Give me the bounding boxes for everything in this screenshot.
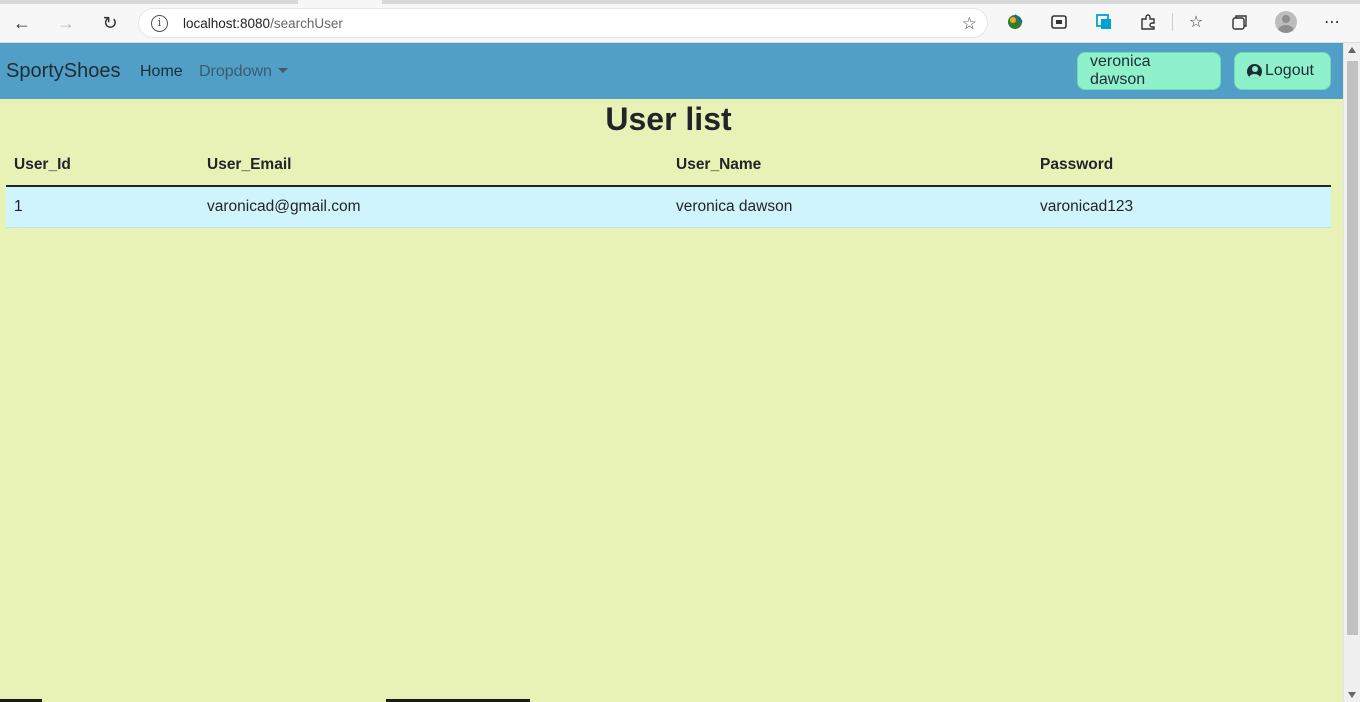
back-arrow-icon[interactable]: ← [9,10,35,36]
cell-user-id: 1 [6,186,199,228]
navbar: SportyShoes Home Dropdown veronica dawso… [0,43,1343,99]
page-viewport: SportyShoes Home Dropdown veronica dawso… [0,43,1343,702]
caret-down-icon [277,68,288,73]
dropdown-label: Dropdown [199,63,272,80]
collections-icon[interactable] [1229,11,1251,33]
cell-user-name: veronica dawson [668,186,1032,228]
extensions-icon[interactable] [1137,11,1159,33]
user-table: User_Id User_Email User_Name Password 1 … [6,144,1331,228]
add-favorite-icon[interactable]: ☆ [962,14,977,34]
refresh-icon[interactable]: ↻ [97,10,123,36]
vertical-scrollbar[interactable] [1343,43,1360,702]
column-header-user-email: User_Email [199,144,668,187]
address-bar[interactable]: i localhost:8080/searchUser ☆ [138,8,988,38]
url-text[interactable]: localhost:8080/searchUser [183,16,343,31]
user-name-label: veronica dawson [1090,53,1151,88]
cell-user-email: varonicad@gmail.com [199,186,668,228]
scrollbar-thumb[interactable] [1347,61,1358,635]
profile-avatar[interactable] [1275,11,1297,33]
page-title: User list [605,101,732,137]
scroll-up-icon[interactable] [1348,47,1356,53]
more-menu-icon[interactable]: ⋯ [1321,11,1343,33]
nav-link-dropdown[interactable]: Dropdown [199,63,288,81]
scroll-down-icon[interactable] [1348,692,1356,698]
forward-arrow-icon[interactable]: → [53,10,79,36]
column-header-user-id: User_Id [6,144,199,187]
table-row: 1 varonicad@gmail.com veronica dawson va… [6,186,1331,228]
user-circle-icon [1247,63,1262,79]
site-info-icon[interactable]: i [151,15,168,32]
url-path: /searchUser [270,16,343,31]
user-name-button[interactable]: veronica dawson [1077,52,1221,90]
browser-toolbar: ← → ↻ i localhost:8080/searchUser ☆ ☆ ⋯ [0,0,1360,43]
extension-globe-icon[interactable] [1004,11,1026,33]
tab-strip [0,0,1360,4]
extension-screen-icon[interactable] [1093,11,1115,33]
brand-link[interactable]: SportyShoes [6,60,121,83]
table-header-row: User_Id User_Email User_Name Password [6,144,1331,187]
favorites-icon[interactable]: ☆ [1185,11,1207,33]
nav-link-home[interactable]: Home [140,63,183,81]
extension-puzzle-box-icon[interactable] [1048,11,1070,33]
logout-button[interactable]: Logout [1234,52,1331,90]
active-tab[interactable] [298,0,382,4]
cell-password: varonicad123 [1032,186,1331,228]
column-header-user-name: User_Name [668,144,1032,187]
column-header-password: Password [1032,144,1331,187]
url-host: localhost:8080 [183,16,271,31]
toolbar-separator [1172,13,1173,31]
logout-label: Logout [1265,62,1314,79]
